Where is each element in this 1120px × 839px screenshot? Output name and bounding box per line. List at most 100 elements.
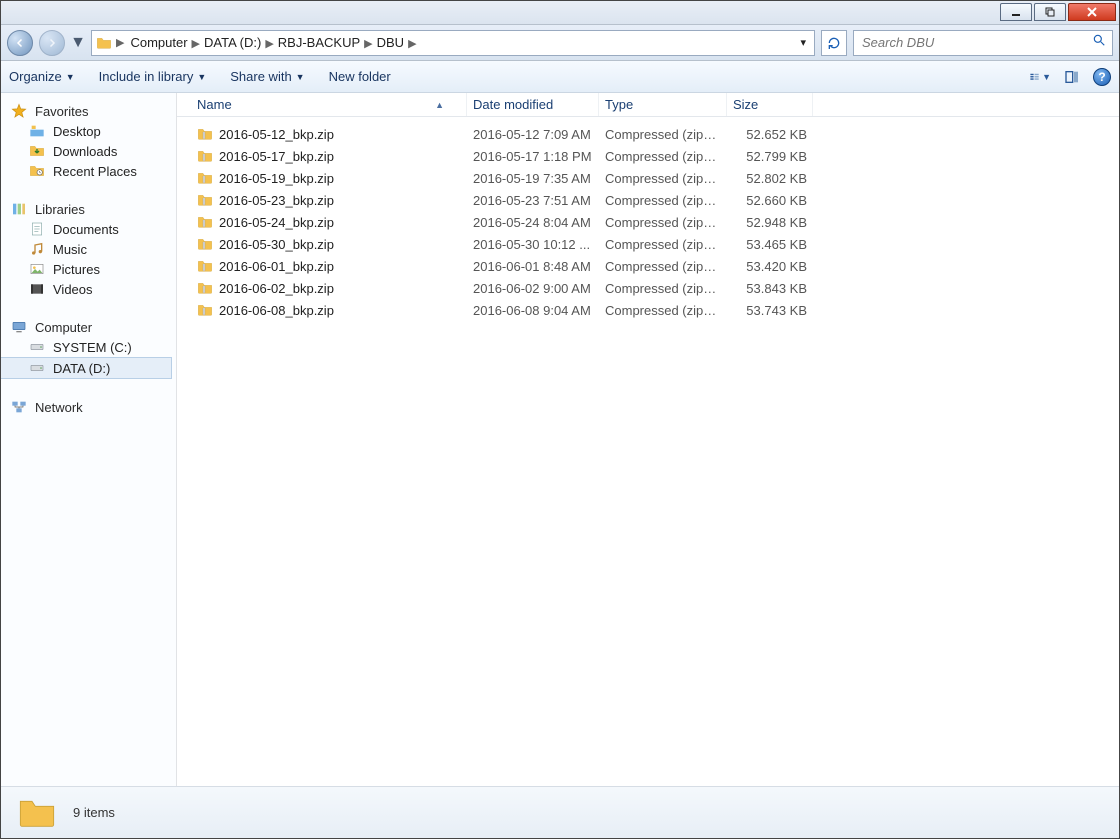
folder-icon xyxy=(96,35,114,51)
file-type: Compressed (zipp... xyxy=(599,171,727,186)
zip-icon xyxy=(197,258,213,274)
zip-icon xyxy=(197,192,213,208)
file-size: 52.802 KB xyxy=(727,171,813,186)
back-button[interactable] xyxy=(7,30,33,56)
share-with-menu[interactable]: Share with▼ xyxy=(230,69,304,84)
search-box[interactable] xyxy=(853,30,1113,56)
search-icon[interactable] xyxy=(1092,33,1106,52)
chevron-right-icon[interactable]: ▶ xyxy=(192,38,200,50)
file-type: Compressed (zipp... xyxy=(599,281,727,296)
explorer-body: Favorites Desktop DownloadsRecent Places Li… xyxy=(1,93,1119,786)
file-row[interactable]: 2016-05-30_bkp.zip2016-05-30 10:12 ...Co… xyxy=(191,233,1119,255)
recent-icon xyxy=(29,163,47,179)
file-type: Compressed (zipp... xyxy=(599,237,727,252)
file-name: 2016-05-17_bkp.zip xyxy=(219,149,334,164)
file-date: 2016-05-19 7:35 AM xyxy=(467,171,599,186)
file-row[interactable]: 2016-05-23_bkp.zip 2016-05-23 7:51 AMComp… xyxy=(191,189,1119,211)
file-type: Compressed (zipp... xyxy=(599,149,727,164)
chevron-right-icon[interactable]: ▶ xyxy=(408,38,416,50)
file-row[interactable]: 2016-05-19_bkp.zip2016-05-19 7:35 AMComp… xyxy=(191,167,1119,189)
minimize-button[interactable] xyxy=(1000,3,1032,21)
file-name: 2016-05-12_bkp.zip xyxy=(219,127,334,142)
column-type[interactable]: Type xyxy=(599,93,727,116)
window-titlebar xyxy=(1,1,1119,25)
file-size: 52.652 KB xyxy=(727,127,813,142)
new-folder-button[interactable]: New folder xyxy=(329,69,391,84)
nav-group-libraries[interactable]: Libraries xyxy=(1,199,176,219)
file-name: 2016-05-23_bkp.zip xyxy=(219,193,334,208)
zip-icon xyxy=(197,280,213,296)
history-dropdown[interactable]: ▼ xyxy=(71,34,85,52)
file-type: Compressed (zipp... xyxy=(599,193,727,208)
nav-item-label: Music xyxy=(53,242,87,257)
file-type: Compressed (zipp... xyxy=(599,303,727,318)
computer-icon xyxy=(11,319,29,335)
nav-item[interactable]: Videos xyxy=(1,279,176,299)
preview-pane-button[interactable] xyxy=(1061,68,1083,86)
organize-menu[interactable]: Organize▼ xyxy=(9,69,75,84)
nav-group-label: Libraries xyxy=(35,202,85,217)
breadcrumb-item[interactable]: RBJ-BACKUP xyxy=(274,35,364,50)
zip-icon xyxy=(197,302,213,318)
search-input[interactable] xyxy=(860,34,1086,51)
file-date: 2016-05-23 7:51 AM xyxy=(467,193,599,208)
forward-button[interactable] xyxy=(39,30,65,56)
pic-icon xyxy=(29,261,47,277)
file-row[interactable]: 2016-06-02_bkp.zip2016-06-02 9:00 AMComp… xyxy=(191,277,1119,299)
file-row[interactable]: 2016-05-17_bkp.zip2016-05-17 1:18 PMComp… xyxy=(191,145,1119,167)
breadcrumb-item[interactable]: DATA (D:) xyxy=(200,35,265,50)
drive-icon xyxy=(29,339,47,355)
navigation-pane[interactable]: Favorites Desktop DownloadsRecent Places Li… xyxy=(1,93,177,786)
view-options-button[interactable]: ▼ xyxy=(1029,68,1051,86)
music-icon xyxy=(29,241,47,257)
breadcrumb-item[interactable]: DBU xyxy=(373,35,408,50)
explorer-window: ▼ ▶ Computer▶DATA (D:)▶RBJ-BACKUP▶DBU▶ ▾… xyxy=(0,0,1120,839)
column-name[interactable]: Name▲ xyxy=(191,93,467,116)
close-button[interactable] xyxy=(1068,3,1116,21)
nav-item-label: Desktop xyxy=(53,124,101,139)
star-icon xyxy=(11,103,29,119)
nav-group-label: Favorites xyxy=(35,104,88,119)
file-date: 2016-05-12 7:09 AM xyxy=(467,127,599,142)
nav-item-label: Pictures xyxy=(53,262,100,277)
file-row[interactable]: 2016-05-24_bkp.zip2016-05-24 8:04 AMComp… xyxy=(191,211,1119,233)
chevron-right-icon[interactable]: ▶ xyxy=(364,38,372,50)
maximize-button[interactable] xyxy=(1034,3,1066,21)
nav-item[interactable]: Desktop xyxy=(1,121,176,141)
nav-group-network[interactable]: Network xyxy=(1,397,176,417)
file-size: 52.799 KB xyxy=(727,149,813,164)
file-type: Compressed (zipp... xyxy=(599,127,727,142)
column-size[interactable]: Size xyxy=(727,93,813,116)
file-date: 2016-06-02 9:00 AM xyxy=(467,281,599,296)
nav-item[interactable]: Pictures xyxy=(1,259,176,279)
zip-icon xyxy=(197,236,213,252)
address-dropdown[interactable]: ▾ xyxy=(796,36,810,49)
nav-item[interactable]: Documents xyxy=(1,219,176,239)
file-row[interactable]: 2016-06-08_bkp.zip2016-06-08 9:04 AMComp… xyxy=(191,299,1119,321)
file-date: 2016-05-30 10:12 ... xyxy=(467,237,599,252)
include-in-library-menu[interactable]: Include in library▼ xyxy=(99,69,207,84)
nav-item[interactable]: Downloads xyxy=(1,141,176,161)
help-button[interactable]: ? xyxy=(1093,68,1111,86)
address-bar[interactable]: ▶ Computer▶DATA (D:)▶RBJ-BACKUP▶DBU▶ ▾ xyxy=(91,30,815,56)
nav-group-computer[interactable]: Computer xyxy=(1,317,176,337)
nav-item[interactable]: Music xyxy=(1,239,176,259)
chevron-right-icon[interactable]: ▶ xyxy=(265,38,273,50)
file-size: 52.948 KB xyxy=(727,215,813,230)
file-list[interactable]: 2016-05-12_bkp.zip2016-05-12 7:09 AMComp… xyxy=(177,117,1119,786)
file-date: 2016-06-01 8:48 AM xyxy=(467,259,599,274)
breadcrumb-item[interactable]: Computer xyxy=(126,35,191,50)
nav-item[interactable]: Recent Places xyxy=(1,161,176,181)
libraries-icon xyxy=(11,201,29,217)
refresh-button[interactable] xyxy=(821,30,847,56)
chevron-right-icon[interactable]: ▶ xyxy=(116,36,124,49)
nav-item[interactable]: DATA (D:) xyxy=(1,357,172,379)
file-row[interactable]: 2016-05-12_bkp.zip 2016-05-12 7:09 AMComp… xyxy=(191,123,1119,145)
nav-group-favorites[interactable]: Favorites xyxy=(1,101,176,121)
nav-item-label: Documents xyxy=(53,222,119,237)
nav-item[interactable]: SYSTEM (C:) xyxy=(1,337,176,357)
column-date[interactable]: Date modified xyxy=(467,93,599,116)
zip-icon xyxy=(197,126,213,142)
file-row[interactable]: 2016-06-01_bkp.zip2016-06-01 8:48 AMComp… xyxy=(191,255,1119,277)
nav-item-label: DATA (D:) xyxy=(53,361,110,376)
